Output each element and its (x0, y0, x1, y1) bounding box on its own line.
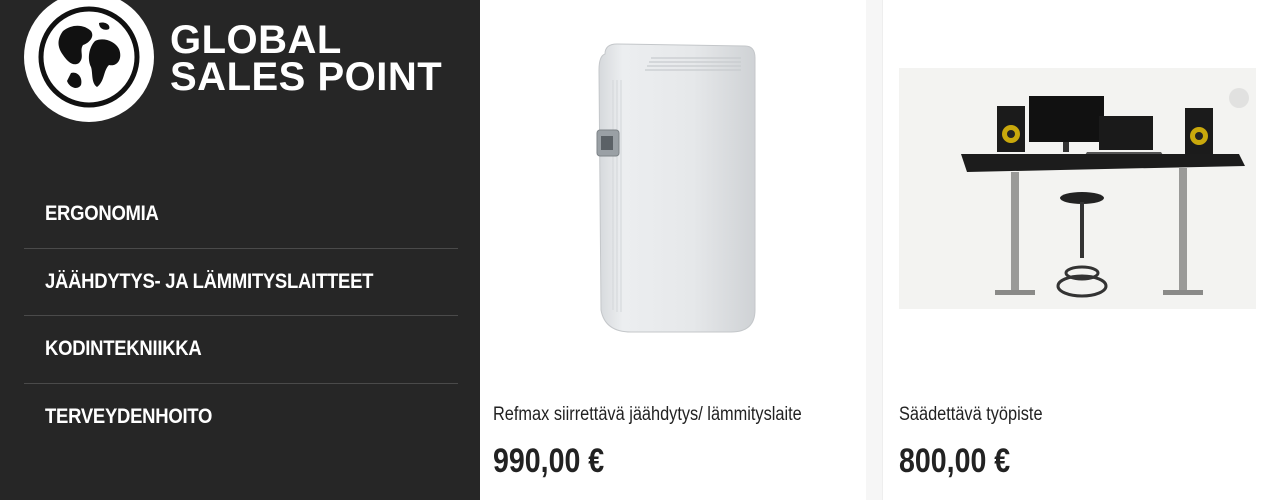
product-card[interactable]: Refmax siirrettävä jäähdytys/ lämmitysla… (481, 0, 866, 500)
nav-item-terveydenhoito[interactable]: TERVEYDENHOITO (24, 384, 458, 452)
product-price: 990,00 € (493, 442, 605, 480)
category-nav: ERGONOMIA JÄÄHDYTYS- JA LÄMMITYSLAITTEET… (24, 181, 458, 451)
sidebar: GLOBAL SALES POINT ERGONOMIA JÄÄHDYTYS- … (0, 0, 480, 500)
product-card[interactable]: Säädettävä työpiste 800,00 € (882, 0, 1264, 500)
nav-item-ergonomia[interactable]: ERGONOMIA (24, 181, 458, 249)
globe-icon (24, 0, 154, 122)
nav-item-label: KODINTEKNIIKKA (45, 337, 202, 361)
nav-item-kodintekniikka[interactable]: KODINTEKNIIKKA (24, 316, 458, 384)
nav-item-jaahdytys-lammityslaitteet[interactable]: JÄÄHDYTYS- JA LÄMMITYSLAITTEET (24, 249, 458, 316)
product-name[interactable]: Refmax siirrettävä jäähdytys/ lämmitysla… (493, 404, 802, 426)
brand-line-1: GLOBAL (170, 18, 342, 62)
portable-ac-unit-image[interactable] (591, 40, 761, 340)
site-logo[interactable]: GLOBAL SALES POINT (24, 0, 442, 122)
nav-item-label: TERVEYDENHOITO (45, 405, 213, 429)
product-price: 800,00 € (899, 442, 1011, 480)
brand-name: GLOBAL SALES POINT (170, 18, 443, 99)
product-name[interactable]: Säädettävä työpiste (899, 404, 1043, 426)
adjustable-desk-image[interactable] (899, 68, 1256, 309)
card-separator (866, 0, 882, 500)
brand-line-2: SALES POINT (170, 55, 443, 99)
nav-item-label: JÄÄHDYTYS- JA LÄMMITYSLAITTEET (45, 269, 374, 293)
nav-item-label: ERGONOMIA (45, 202, 159, 226)
